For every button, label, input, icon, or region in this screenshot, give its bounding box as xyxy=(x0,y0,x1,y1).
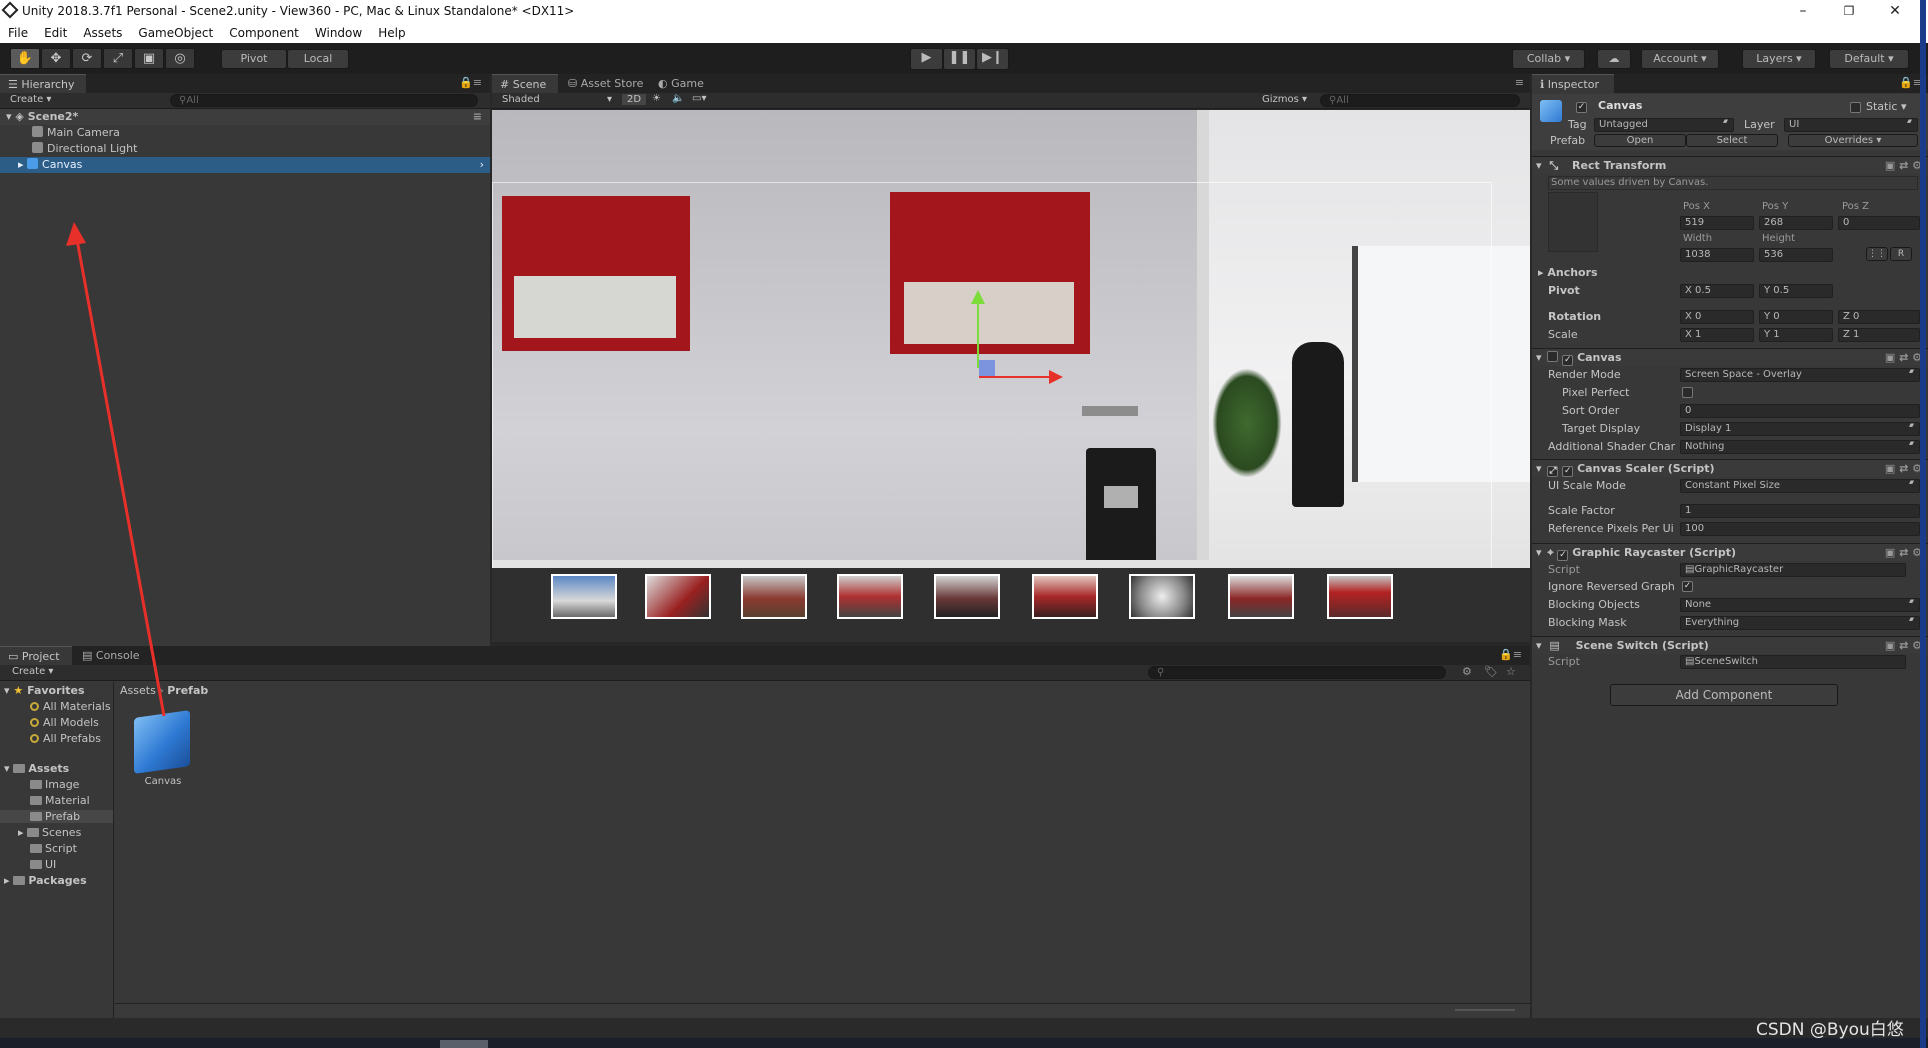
annotation-arrow xyxy=(66,222,166,717)
annotation-arrow-line xyxy=(74,233,166,717)
annotation-arrow-head xyxy=(66,222,86,246)
